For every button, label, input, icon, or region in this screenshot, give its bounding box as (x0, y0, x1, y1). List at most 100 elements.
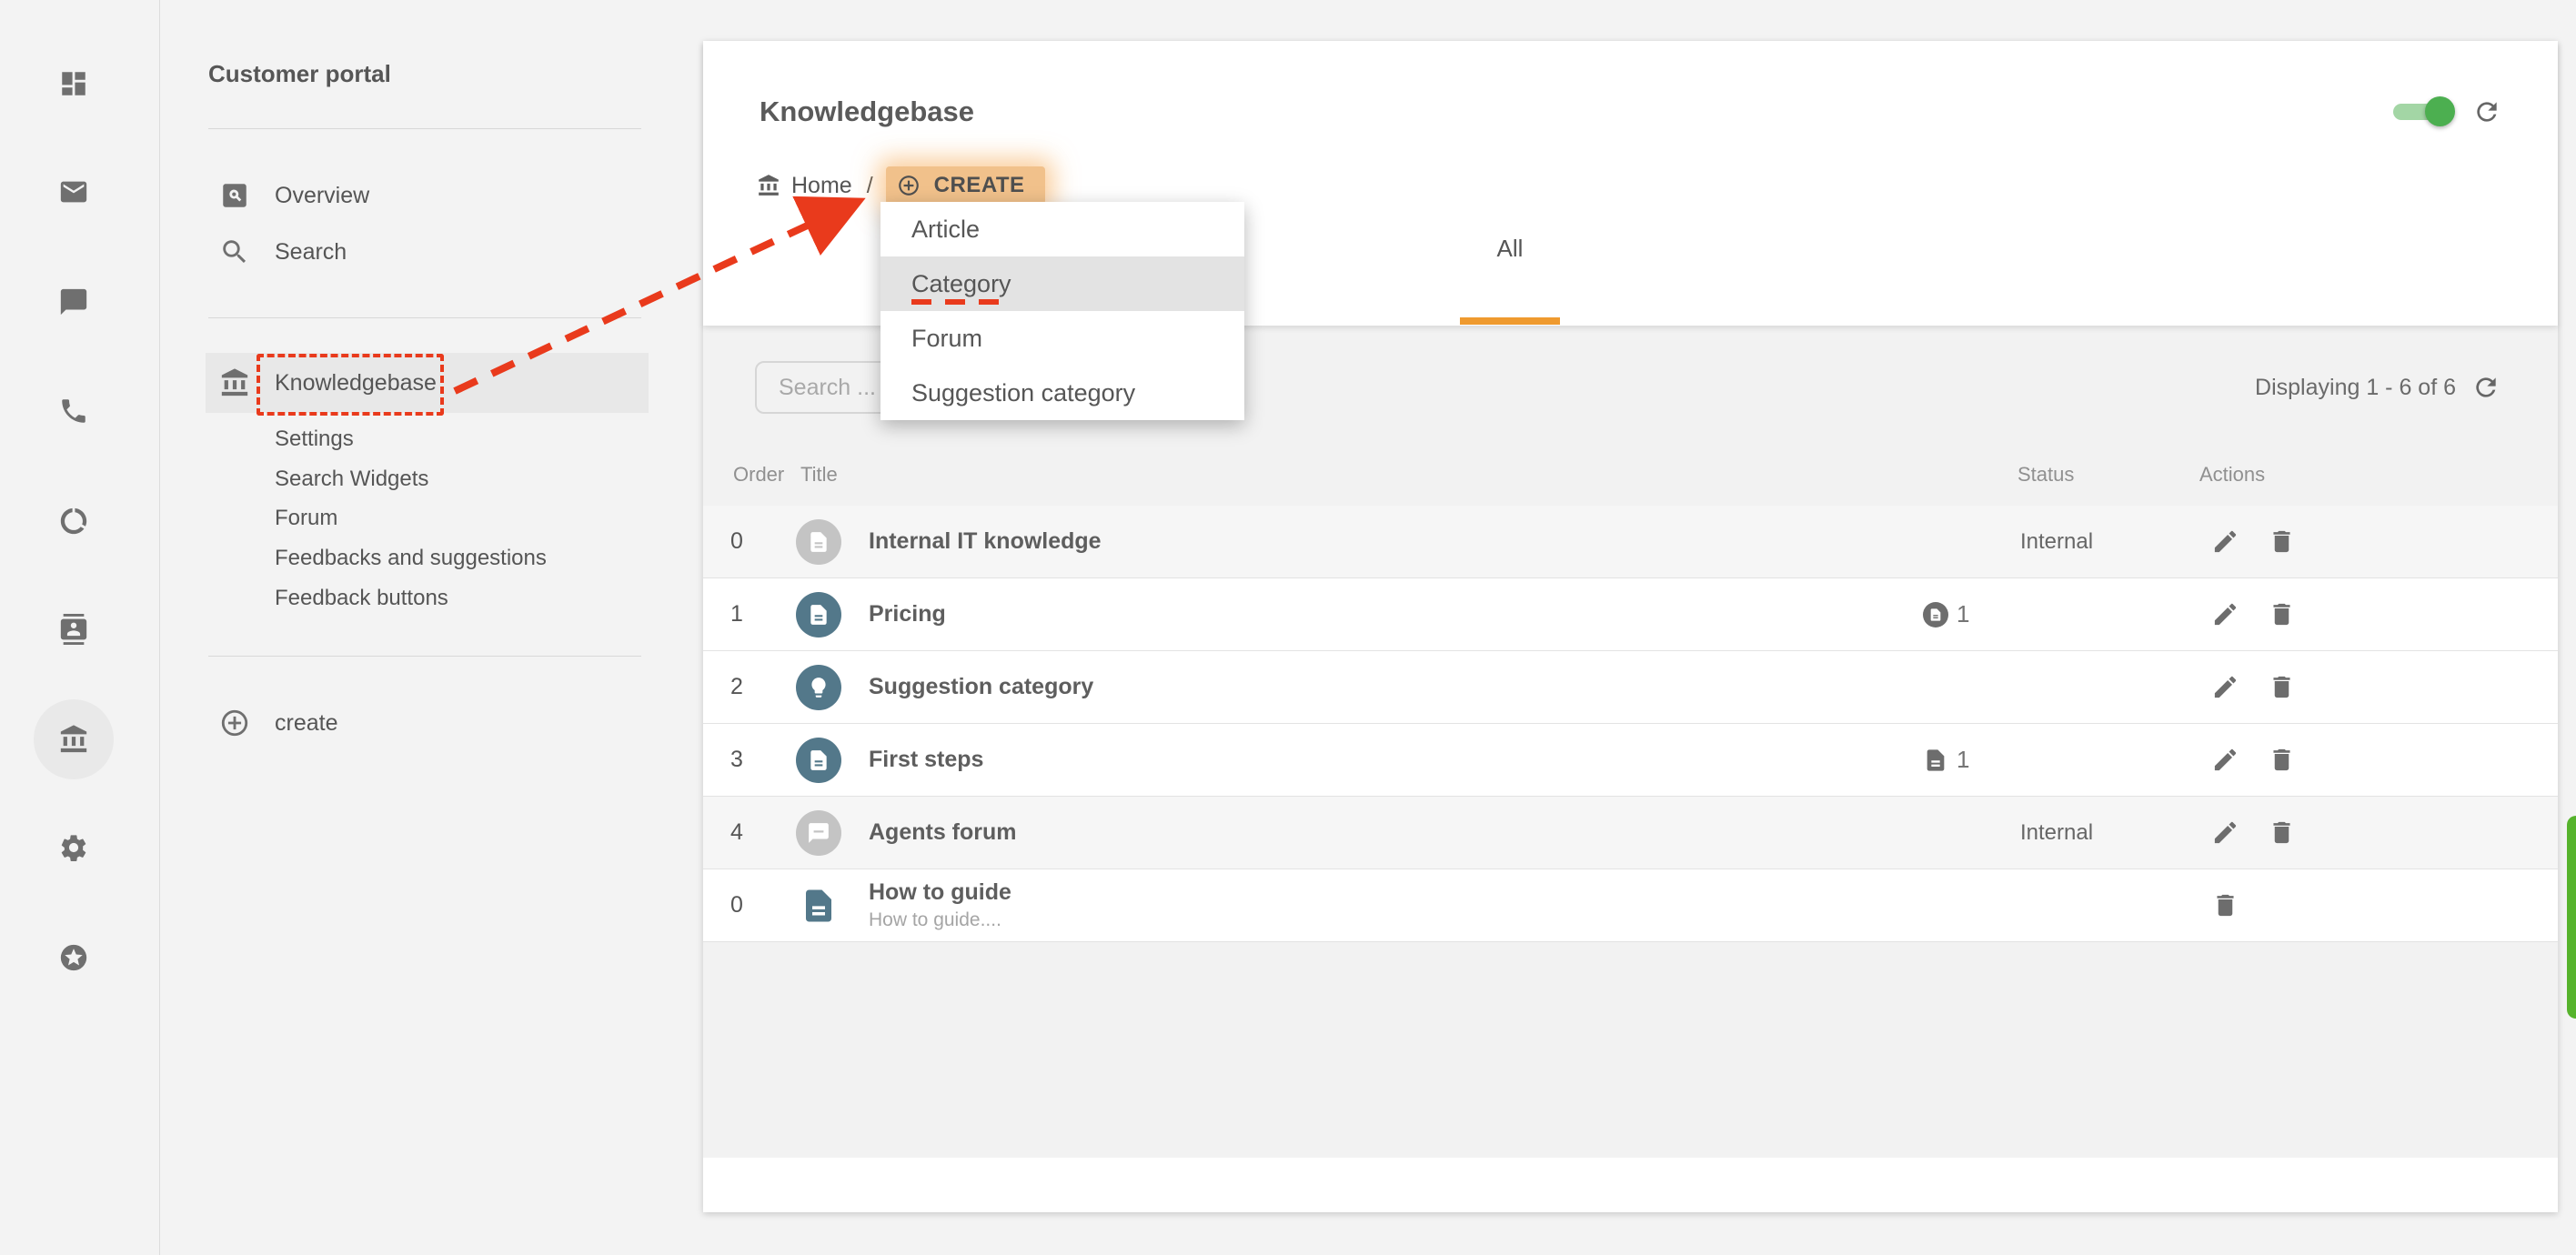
row-title-block: How to guide How to guide.... (869, 869, 1011, 941)
menu-item-label: Forum (911, 324, 983, 352)
nav-subitem-search-widgets[interactable]: Search Widgets (275, 459, 428, 499)
table-body: 0 Internal IT knowledge Internal 1 Pricin… (703, 506, 2558, 942)
col-header-status: Status (2018, 463, 2075, 486)
article-icon (1923, 747, 1948, 774)
row-title: Pricing (869, 601, 946, 627)
breadcrumb-separator: / (866, 172, 873, 198)
chat-icon[interactable] (58, 286, 89, 317)
row-title: Agents forum (869, 819, 1017, 845)
pageview-icon (219, 180, 250, 211)
nav-item-create[interactable]: create (206, 703, 649, 743)
rewards-icon[interactable] (58, 942, 89, 973)
nav-item-overview[interactable]: Overview (206, 176, 649, 216)
article-avatar (796, 592, 841, 638)
menu-item-category[interactable]: Category (880, 256, 1244, 311)
email-icon[interactable] (58, 176, 89, 207)
table-row[interactable]: 3 First steps 1 (703, 724, 2558, 797)
nav-item-label: Overview (275, 182, 370, 208)
col-header-actions: Actions (2199, 463, 2266, 486)
knowledgebase-icon[interactable] (58, 724, 89, 755)
row-title: First steps (869, 747, 984, 772)
menu-item-label: Suggestion category (911, 378, 1136, 407)
create-dropdown-menu: Article Category Forum Suggestion category (880, 202, 1244, 420)
table-row[interactable]: 2 Suggestion category (703, 651, 2558, 724)
nav-subitem-forum[interactable]: Forum (275, 498, 337, 538)
row-order: 0 (730, 892, 743, 918)
nav-subitem-settings[interactable]: Settings (275, 419, 354, 459)
menu-item-article[interactable]: Article (880, 202, 1244, 256)
edit-button[interactable] (2211, 818, 2239, 847)
add-circle-icon (219, 708, 250, 738)
add-circle-icon (897, 174, 921, 197)
app-root: Customer portal Overview Search Knowledg… (0, 0, 2576, 1255)
delete-button[interactable] (2268, 746, 2296, 774)
data-usage-icon[interactable] (58, 506, 89, 537)
delete-button[interactable] (2211, 891, 2239, 919)
row-order: 4 (730, 819, 743, 845)
delete-button[interactable] (2268, 818, 2296, 847)
table-header-row: Order Title Status Actions (703, 450, 2558, 507)
contacts-icon[interactable] (58, 614, 89, 645)
phone-icon[interactable] (58, 396, 89, 427)
active-tab-indicator (1460, 317, 1560, 325)
breadcrumb-home-link[interactable]: Home (791, 173, 852, 199)
delete-button[interactable] (2268, 673, 2296, 701)
dashboard-icon[interactable] (58, 68, 89, 99)
row-order: 1 (730, 601, 743, 627)
toggle-knob (2425, 96, 2455, 126)
create-button[interactable]: CREATE (885, 166, 1045, 205)
row-title: Internal IT knowledge (869, 528, 1102, 554)
status-count-value: 1 (1957, 600, 1970, 628)
delete-button[interactable] (2268, 527, 2296, 556)
nav-item-label: Knowledgebase (275, 369, 437, 396)
article-circle-icon (1923, 601, 1948, 628)
refresh-icon[interactable] (2472, 97, 2501, 126)
card-footer (703, 1158, 2558, 1212)
bank-icon (757, 174, 780, 197)
nav-divider (208, 128, 641, 129)
nav-section-title: Customer portal (208, 60, 391, 87)
breadcrumb: Home / CREATE (757, 166, 1045, 206)
menu-item-forum[interactable]: Forum (880, 311, 1244, 366)
annotation-dashed-underline (911, 299, 1006, 305)
search-icon (219, 236, 250, 267)
nav-subitem-feedback-buttons[interactable]: Feedback buttons (275, 578, 448, 618)
article-avatar (796, 519, 841, 565)
row-order: 2 (730, 674, 743, 699)
row-title: How to guide (869, 879, 1011, 905)
refresh-icon[interactable] (2471, 373, 2501, 402)
row-title-block: Internal IT knowledge (869, 506, 1102, 577)
table-row[interactable]: 1 Pricing 1 (703, 578, 2558, 651)
edit-button[interactable] (2211, 600, 2239, 628)
create-button-label: CREATE (933, 173, 1025, 197)
table-row[interactable]: 0 Internal IT knowledge Internal (703, 506, 2558, 578)
menu-item-suggestion-category[interactable]: Suggestion category (880, 366, 1244, 420)
tab-all[interactable]: All (1460, 232, 1560, 265)
table-row[interactable]: 4 Agents forum Internal (703, 797, 2558, 869)
nav-subitem-feedbacks-and-suggestions[interactable]: Feedbacks and suggestions (275, 538, 547, 578)
delete-button[interactable] (2268, 600, 2296, 628)
bank-icon (219, 367, 250, 398)
settings-icon[interactable] (58, 832, 89, 863)
nav-item-search[interactable]: Search (206, 232, 649, 272)
edit-button[interactable] (2211, 673, 2239, 701)
nav-divider (208, 317, 641, 318)
row-order: 3 (730, 747, 743, 772)
enable-toggle[interactable] (2393, 96, 2455, 126)
rail-divider (159, 0, 160, 1255)
row-order: 0 (730, 528, 743, 554)
row-title-block: Suggestion category (869, 651, 1093, 723)
menu-item-label: Article (911, 215, 981, 243)
edit-button[interactable] (2211, 527, 2239, 556)
edit-button[interactable] (2211, 746, 2239, 774)
lightbulb-avatar (796, 665, 841, 710)
row-subtitle: How to guide.... (869, 909, 1001, 930)
nav-item-label: create (275, 709, 338, 736)
article-avatar (796, 738, 841, 783)
table-row[interactable]: 0 How to guide How to guide.... (703, 869, 2558, 942)
row-title: Suggestion category (869, 674, 1094, 699)
status-badge: Internal (2020, 528, 2094, 554)
pagination-status: Displaying 1 - 6 of 6 (2255, 375, 2456, 400)
feedback-edge-button[interactable] (2567, 816, 2576, 1019)
nav-item-knowledgebase[interactable]: Knowledgebase (206, 353, 649, 413)
